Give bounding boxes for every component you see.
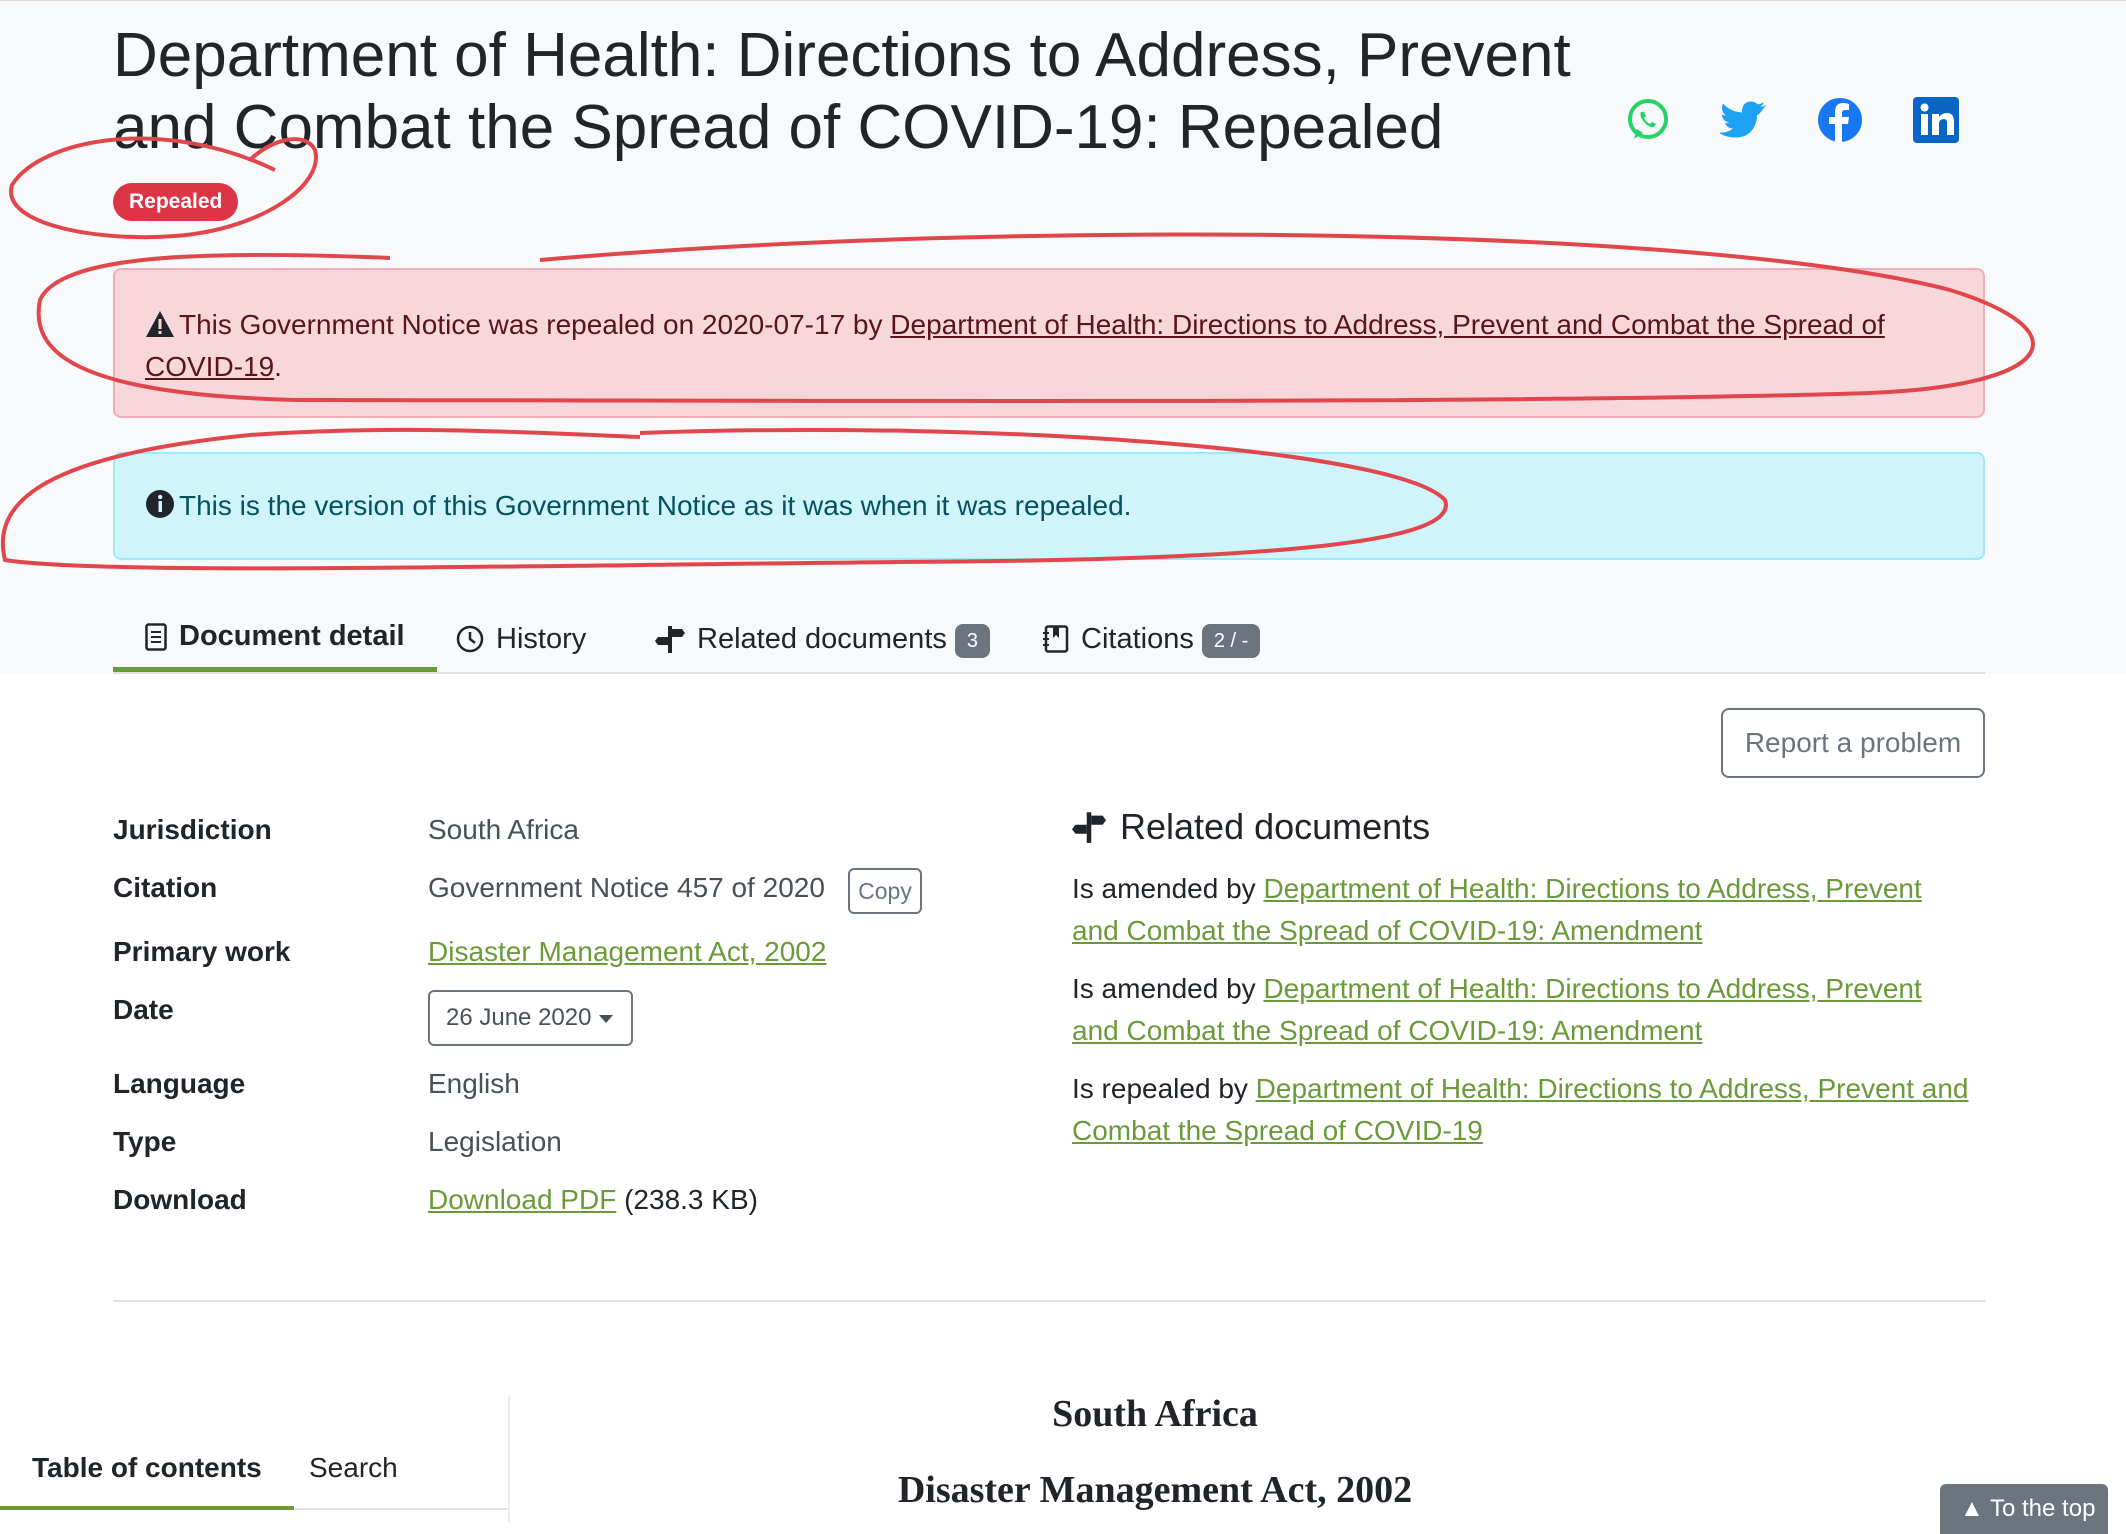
- warning-icon: [146, 311, 174, 337]
- language-label: Language: [113, 1068, 246, 1099]
- related-heading-text: Related documents: [1120, 806, 1431, 847]
- download-label: Download: [113, 1184, 247, 1215]
- to-the-top-button[interactable]: ▲ To the top: [1940, 1484, 2108, 1534]
- related-item: Is repealed by Department of Health: Dir…: [1072, 1068, 1972, 1152]
- type-value: Legislation: [428, 1126, 562, 1157]
- signpost-icon: [1072, 812, 1106, 843]
- tab-citations[interactable]: Citations 2 / -: [1043, 606, 1261, 672]
- related-count-badge: 3: [954, 624, 990, 658]
- document-country: South Africa: [1052, 1393, 1258, 1435]
- copy-citation-button[interactable]: Copy: [848, 868, 922, 914]
- tab-label: History: [496, 622, 587, 655]
- download-value: Download PDF (238.3 KB): [428, 1184, 758, 1216]
- date-dropdown[interactable]: 26 June 2020: [428, 990, 633, 1046]
- facebook-icon: [1818, 98, 1862, 142]
- twitter-share-button[interactable]: [1720, 96, 1768, 144]
- relation-type: Is amended by: [1072, 973, 1264, 1004]
- language-value: English: [428, 1068, 520, 1099]
- version-info-alert: This is the version of this Government N…: [113, 452, 1985, 560]
- whatsapp-share-button[interactable]: [1624, 96, 1672, 144]
- relation-type: Is repealed by: [1072, 1073, 1256, 1104]
- related-item: Is amended by Department of Health: Dire…: [1072, 968, 1972, 1052]
- document-icon: [145, 622, 167, 651]
- page-title: Department of Health: Directions to Addr…: [113, 21, 1571, 162]
- jurisdiction-label: Jurisdiction: [113, 814, 272, 845]
- signpost-icon: [655, 626, 685, 653]
- repealed-alert: This Government Notice was repealed on 2…: [113, 268, 1985, 418]
- chevron-down-icon: [599, 1015, 613, 1023]
- document-act-title: Disaster Management Act, 2002: [897, 1469, 1413, 1511]
- whatsapp-icon: [1628, 99, 1668, 139]
- linkedin-share-button[interactable]: [1912, 96, 1960, 144]
- status-badge: Repealed: [113, 183, 239, 221]
- tab-label: Related documents: [697, 622, 947, 655]
- tab-history[interactable]: History: [456, 606, 586, 672]
- type-label: Type: [113, 1126, 177, 1157]
- related-documents-heading: Related documents: [1072, 806, 1430, 848]
- citation-label: Citation: [113, 872, 218, 903]
- tab-search[interactable]: Search: [309, 1440, 398, 1510]
- arrow-up-icon: ▲: [1960, 1495, 1984, 1522]
- tab-document-detail[interactable]: Document detail: [113, 606, 437, 672]
- tab-related-documents[interactable]: Related documents 3: [655, 606, 990, 672]
- document-tabs: Document detail History Related document…: [113, 606, 1985, 674]
- version-info-text: This is the version of this Government N…: [179, 490, 1132, 521]
- report-problem-button[interactable]: Report a problem: [1721, 708, 1985, 778]
- linkedin-icon: [1913, 97, 1959, 143]
- primary-work-link[interactable]: Disaster Management Act, 2002: [428, 936, 826, 968]
- primary-work-label: Primary work: [113, 936, 291, 967]
- journal-icon: [1043, 625, 1069, 653]
- download-size: (238.3 KB): [624, 1184, 758, 1215]
- download-pdf-link[interactable]: Download PDF: [428, 1184, 616, 1215]
- info-icon: [146, 490, 174, 518]
- twitter-icon: [1720, 101, 1766, 138]
- citation-value: Government Notice 457 of 2020: [428, 872, 825, 903]
- jurisdiction-value: South Africa: [428, 814, 579, 845]
- repealed-alert-text: This Government Notice was repealed on 2…: [179, 309, 891, 340]
- date-dropdown-value: 26 June 2020: [446, 1004, 592, 1031]
- relation-type: Is amended by: [1072, 873, 1264, 904]
- facebook-share-button[interactable]: [1816, 96, 1864, 144]
- citations-count-badge: 2 / -: [1201, 624, 1261, 658]
- section-divider: [113, 1300, 1985, 1302]
- tab-label: Document detail: [179, 620, 405, 652]
- repealed-alert-suffix: .: [274, 351, 282, 382]
- related-item: Is amended by Department of Health: Dire…: [1072, 868, 1972, 952]
- to-top-label: To the top: [1990, 1495, 2096, 1522]
- clock-icon: [456, 625, 484, 653]
- tab-table-of-contents[interactable]: Table of contents: [0, 1440, 294, 1510]
- date-label: Date: [113, 994, 174, 1025]
- tab-label: Citations: [1081, 622, 1194, 655]
